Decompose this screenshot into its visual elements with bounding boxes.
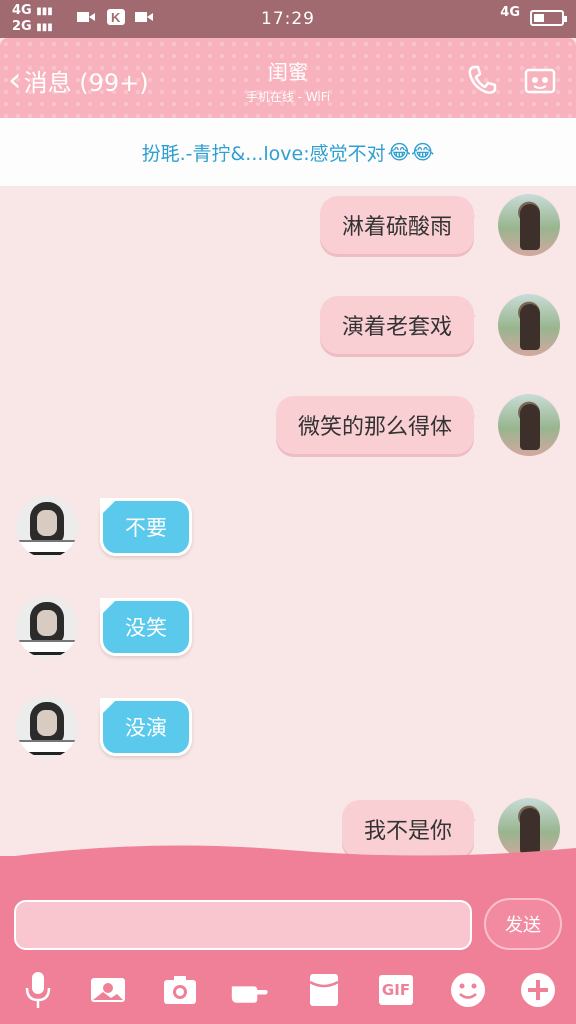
phone-icon[interactable] [464, 62, 500, 98]
chat-header: ‹ 消息 (99+) 闺蜜 手机在线 - WiFi [0, 38, 576, 118]
profile-card-icon[interactable] [522, 62, 558, 98]
red-envelope-icon[interactable] [304, 970, 344, 1010]
plus-icon[interactable] [518, 970, 558, 1010]
friend-avatar[interactable] [16, 696, 78, 758]
my-avatar[interactable] [498, 194, 560, 256]
message-list[interactable]: 淋着硫酸雨 演着老套戏 微笑的那么得体 不要 没笑 没演 我不是你 [0, 186, 576, 860]
my-message-bubble[interactable]: 演着老套戏 [319, 296, 477, 354]
banner-emoji: 😂😂 [387, 140, 435, 164]
poke-hand-icon[interactable] [230, 970, 270, 1010]
message-input[interactable] [14, 900, 472, 950]
composer-bar: 发送 GIF [0, 845, 576, 1024]
friend-avatar[interactable] [16, 596, 78, 658]
gif-icon[interactable]: GIF [376, 970, 416, 1010]
my-message-bubble[interactable]: 微笑的那么得体 [275, 396, 477, 454]
banner-text: 扮毦.-青拧&...love:感觉不对 [141, 142, 386, 165]
my-avatar[interactable] [498, 394, 560, 456]
emoji-icon[interactable] [448, 970, 488, 1010]
friend-message-bubble[interactable]: 没笑 [100, 598, 192, 656]
friend-message-bubble[interactable]: 没演 [100, 698, 192, 756]
toolbar: GIF [0, 970, 576, 1014]
signal-4g: 4G [500, 5, 520, 20]
message-row: 没演 [0, 692, 576, 762]
my-avatar[interactable] [498, 294, 560, 356]
status-bar: 4G ▮▮▮ 2G ▮▮▮ K 17:29 4G [0, 0, 576, 38]
battery-icon [530, 10, 567, 26]
message-row: 微笑的那么得体 [0, 390, 576, 460]
send-button[interactable]: 发送 [484, 898, 562, 950]
gif-label: GIF [379, 975, 413, 1005]
message-row: 淋着硫酸雨 [0, 190, 576, 260]
message-row: 演着老套戏 [0, 290, 576, 360]
message-row: 不要 [0, 492, 576, 562]
signature-banner[interactable]: 扮毦.-青拧&...love:感觉不对 😂😂 [0, 118, 576, 186]
message-row: 没笑 [0, 592, 576, 662]
wave-decoration [0, 845, 576, 872]
friend-message-bubble[interactable]: 不要 [100, 498, 192, 556]
friend-avatar[interactable] [16, 496, 78, 558]
camera-icon[interactable] [160, 970, 200, 1010]
my-message-bubble[interactable]: 淋着硫酸雨 [319, 196, 477, 254]
clock: 17:29 [261, 9, 315, 29]
image-icon[interactable] [88, 970, 128, 1010]
microphone-icon[interactable] [18, 970, 58, 1010]
